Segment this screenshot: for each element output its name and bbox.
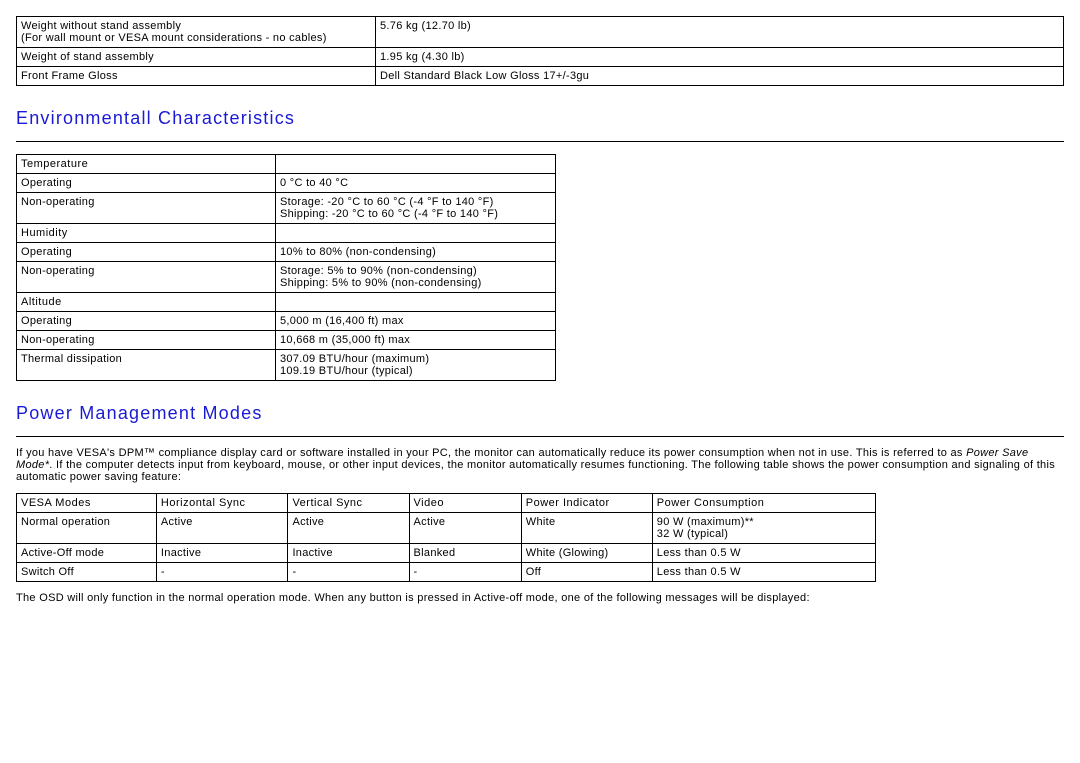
weight-label: Weight of stand assembly (17, 48, 376, 67)
env-label: Operating (17, 243, 276, 262)
env-heading: Environmentall Characteristics (16, 108, 1064, 129)
power-header: Vertical Sync (288, 494, 409, 513)
env-label: Non-operating (17, 193, 276, 224)
power-heading: Power Management Modes (16, 403, 1064, 424)
weight-label: Weight without stand assembly(For wall m… (17, 17, 376, 48)
env-value (276, 293, 556, 312)
env-value: Storage: 5% to 90% (non-condensing)Shipp… (276, 262, 556, 293)
power-cell: White (521, 513, 652, 544)
power-cell: Blanked (409, 544, 521, 563)
weight-value: Dell Standard Black Low Gloss 17+/-3gu (376, 67, 1064, 86)
power-footnote: The OSD will only function in the normal… (16, 592, 1064, 604)
weight-value: 1.95 kg (4.30 lb) (376, 48, 1064, 67)
power-cell: Normal operation (17, 513, 157, 544)
env-label: Non-operating (17, 331, 276, 350)
power-table: VESA ModesHorizontal SyncVertical SyncVi… (16, 493, 876, 582)
env-value: 0 °C to 40 °C (276, 174, 556, 193)
env-label: Temperature (17, 155, 276, 174)
env-value (276, 224, 556, 243)
env-value: 5,000 m (16,400 ft) max (276, 312, 556, 331)
env-value (276, 155, 556, 174)
env-label: Non-operating (17, 262, 276, 293)
power-cell: Inactive (288, 544, 409, 563)
power-intro: If you have VESA's DPM™ compliance displ… (16, 447, 1064, 483)
env-label: Humidity (17, 224, 276, 243)
power-cell: 90 W (maximum)**32 W (typical) (652, 513, 875, 544)
power-cell: - (288, 563, 409, 582)
power-cell: Active-Off mode (17, 544, 157, 563)
power-header: Power Consumption (652, 494, 875, 513)
weight-label: Front Frame Gloss (17, 67, 376, 86)
env-value: 10,668 m (35,000 ft) max (276, 331, 556, 350)
env-hr (16, 141, 1064, 142)
power-cell: Active (409, 513, 521, 544)
env-table: TemperatureOperating0 °C to 40 °CNon-ope… (16, 154, 556, 381)
weight-value: 5.76 kg (12.70 lb) (376, 17, 1064, 48)
env-label: Altitude (17, 293, 276, 312)
env-value: Storage: -20 °C to 60 °C (-4 °F to 140 °… (276, 193, 556, 224)
power-cell: - (156, 563, 288, 582)
power-cell: Inactive (156, 544, 288, 563)
weight-table: Weight without stand assembly(For wall m… (16, 16, 1064, 86)
power-cell: Active (288, 513, 409, 544)
power-cell: Less than 0.5 W (652, 563, 875, 582)
env-value: 10% to 80% (non-condensing) (276, 243, 556, 262)
env-label: Thermal dissipation (17, 350, 276, 381)
power-header: VESA Modes (17, 494, 157, 513)
power-header: Power Indicator (521, 494, 652, 513)
power-cell: Less than 0.5 W (652, 544, 875, 563)
env-label: Operating (17, 174, 276, 193)
power-cell: - (409, 563, 521, 582)
env-value: 307.09 BTU/hour (maximum)109.19 BTU/hour… (276, 350, 556, 381)
power-header: Horizontal Sync (156, 494, 288, 513)
power-cell: White (Glowing) (521, 544, 652, 563)
power-hr (16, 436, 1064, 437)
power-cell: Active (156, 513, 288, 544)
env-label: Operating (17, 312, 276, 331)
power-cell: Switch Off (17, 563, 157, 582)
power-header: Video (409, 494, 521, 513)
power-cell: Off (521, 563, 652, 582)
